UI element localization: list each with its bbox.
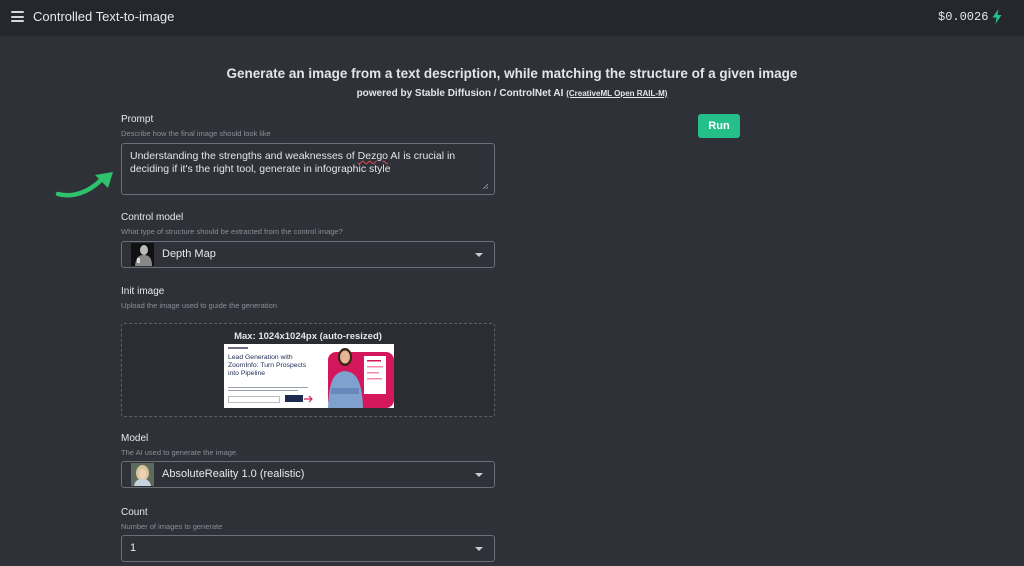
count-hint: Number of images to generate xyxy=(121,522,223,531)
chevron-down-icon xyxy=(475,547,483,551)
uploaded-image-preview: Lead Generation with ZoomInfo: Turn Pros… xyxy=(224,344,394,408)
model-select[interactable]: AbsoluteReality 1.0 (realistic) xyxy=(121,461,495,488)
hamburger-menu-icon[interactable] xyxy=(11,11,24,22)
preview-headline: Lead Generation with ZoomInfo: Turn Pros… xyxy=(228,354,307,377)
prompt-label: Prompt xyxy=(121,114,154,125)
page-subheading: powered by Stable Diffusion / ControlNet… xyxy=(0,88,1024,99)
count-select[interactable]: 1 xyxy=(121,535,495,562)
license-link[interactable]: (CreativeML Open RAIL-M) xyxy=(566,89,667,98)
powered-by-text: powered by Stable Diffusion / ControlNet… xyxy=(356,88,564,99)
model-avatar-thumbnail xyxy=(131,463,154,486)
credit-balance: $0.0026 xyxy=(938,10,989,24)
count-value: 1 xyxy=(130,542,137,554)
image-upload-dropzone[interactable]: Max: 1024x1024px (auto-resized) Lead Gen… xyxy=(121,323,495,417)
prompt-hint: Describe how the final image should look… xyxy=(121,129,271,138)
max-size-note: Max: 1024x1024px (auto-resized) xyxy=(234,331,382,342)
control-model-select[interactable]: Depth Map xyxy=(121,241,495,268)
model-hint: The AI used to generate the image. xyxy=(121,448,239,457)
init-image-label: Init image xyxy=(121,286,165,297)
top-bar: Controlled Text-to-image $0.0026 xyxy=(0,0,1024,36)
prompt-text: Understanding the strengths and weakness… xyxy=(130,150,456,175)
lightning-bolt-icon xyxy=(992,9,1002,24)
depth-map-thumbnail xyxy=(131,243,154,266)
page-heading: Generate an image from a text descriptio… xyxy=(226,66,798,81)
misspelled-word: Dezgo xyxy=(357,150,389,162)
init-image-hint: Upload the image used to guide the gener… xyxy=(121,301,277,310)
prompt-textarea[interactable]: Understanding the strengths and weakness… xyxy=(121,143,495,195)
control-model-hint: What type of structure should be extract… xyxy=(121,227,343,236)
app-title: Controlled Text-to-image xyxy=(33,9,175,24)
count-label: Count xyxy=(121,507,148,518)
run-button[interactable]: Run xyxy=(698,114,740,138)
chevron-down-icon xyxy=(475,253,483,257)
green-arrow-icon xyxy=(55,172,113,198)
chevron-down-icon xyxy=(475,473,483,477)
resize-handle-icon[interactable] xyxy=(482,183,488,189)
control-model-value: Depth Map xyxy=(162,248,216,260)
model-label: Model xyxy=(121,433,149,444)
model-value: AbsoluteReality 1.0 (realistic) xyxy=(162,468,305,480)
control-model-label: Control model xyxy=(121,212,184,223)
